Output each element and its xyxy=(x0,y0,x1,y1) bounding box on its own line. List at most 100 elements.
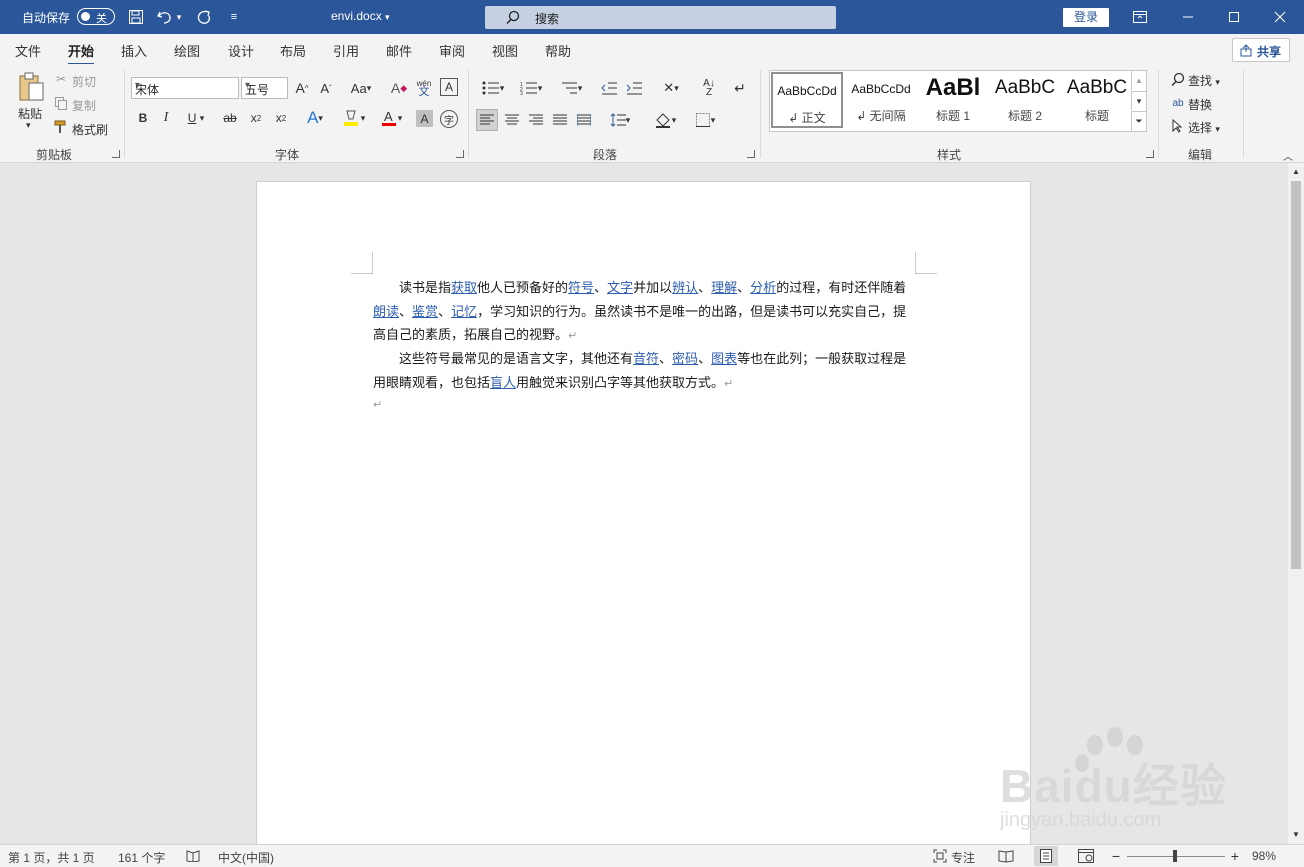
tab-home[interactable]: 开始 xyxy=(68,41,95,66)
close-icon[interactable] xyxy=(1257,0,1303,34)
scroll-up-icon[interactable]: ▲ xyxy=(1291,166,1301,176)
language-indicator[interactable]: 中文(中国) xyxy=(218,849,274,866)
focus-label[interactable]: 专注 xyxy=(951,849,975,866)
style-no-spacing[interactable]: AaBbCcDd ↲ 无间隔 xyxy=(845,72,917,128)
tab-design[interactable]: 设计 xyxy=(228,41,254,60)
styles-launcher-icon[interactable] xyxy=(1146,150,1154,158)
character-border-icon[interactable]: A xyxy=(440,78,458,96)
tab-view[interactable]: 视图 xyxy=(492,41,518,60)
web-layout-icon[interactable] xyxy=(1078,848,1094,864)
read-mode-icon[interactable] xyxy=(998,848,1014,864)
cut-label[interactable]: 剪切 xyxy=(72,73,96,90)
change-case-icon[interactable]: Aa ▾ xyxy=(346,78,376,98)
align-right-icon[interactable] xyxy=(526,109,546,131)
zoom-out-icon[interactable]: − xyxy=(1110,848,1122,864)
highlight-icon[interactable]: ▾ xyxy=(336,108,370,128)
grow-font-icon[interactable]: A ^ xyxy=(293,78,311,98)
tab-references[interactable]: 引用 xyxy=(333,41,359,60)
chinese-layout-icon[interactable]: ✕ ▾ xyxy=(655,78,687,98)
tab-file[interactable]: 文件 xyxy=(15,41,41,60)
strikethrough-icon[interactable]: ab xyxy=(220,110,240,126)
hyperlink[interactable]: 密码 xyxy=(672,352,698,367)
paste-dropdown-icon[interactable]: ▾ xyxy=(26,120,31,131)
underline-icon[interactable]: U ▾ xyxy=(182,110,210,126)
hyperlink[interactable]: 朗读 xyxy=(373,305,399,320)
share-button[interactable]: 共享 xyxy=(1232,38,1290,62)
word-count[interactable]: 161 个字 xyxy=(118,849,165,866)
page-count[interactable]: 第 1 页，共 1 页 xyxy=(8,849,95,866)
hyperlink[interactable]: 音符 xyxy=(633,352,659,367)
clear-formatting-icon[interactable]: A ◆ xyxy=(389,78,409,98)
vertical-scrollbar[interactable]: ▲ ▼ xyxy=(1288,163,1304,844)
font-size-combo[interactable]: 五号 ▾ xyxy=(241,77,288,99)
find-label[interactable]: 查找 ▾ xyxy=(1188,72,1220,89)
tab-insert[interactable]: 插入 xyxy=(121,41,147,60)
decrease-indent-icon[interactable] xyxy=(599,78,619,98)
numbering-icon[interactable]: 1 2 3 ▾ xyxy=(515,78,547,98)
borders-icon[interactable]: ▾ xyxy=(688,109,722,131)
save-icon[interactable] xyxy=(126,7,146,27)
font-name-combo[interactable]: 宋体 ▾ xyxy=(131,77,239,99)
align-left-icon[interactable] xyxy=(476,109,498,131)
style-normal[interactable]: AaBbCcDd ↲ 正文 xyxy=(771,72,843,128)
zoom-in-icon[interactable]: + xyxy=(1229,848,1241,864)
style-title[interactable]: AaBbC 标题 xyxy=(1061,72,1133,128)
justify-icon[interactable] xyxy=(550,109,570,131)
hyperlink[interactable]: 鉴赏 xyxy=(412,305,438,320)
copy-label[interactable]: 复制 xyxy=(72,97,96,114)
zoom-slider-thumb[interactable] xyxy=(1172,850,1177,862)
collapse-ribbon-icon[interactable]: ︿ xyxy=(1282,150,1294,163)
document-filename[interactable]: envi.docx ▾ xyxy=(331,9,390,23)
enclose-characters-icon[interactable]: 字 xyxy=(440,110,458,128)
styles-more-icon[interactable]: ⏷ xyxy=(1131,111,1146,131)
hyperlink[interactable]: 符号 xyxy=(568,281,594,296)
sort-icon[interactable]: A↓ Z xyxy=(698,78,720,98)
tab-mailings[interactable]: 邮件 xyxy=(386,41,412,60)
search-box[interactable]: 搜索 xyxy=(485,6,836,29)
tab-layout[interactable]: 布局 xyxy=(280,41,306,60)
italic-icon[interactable]: I xyxy=(159,110,173,126)
tab-review[interactable]: 审阅 xyxy=(439,41,465,60)
replace-label[interactable]: 替换 xyxy=(1188,96,1212,113)
paste-icon[interactable] xyxy=(14,70,48,104)
increase-indent-icon[interactable] xyxy=(624,78,644,98)
hyperlink[interactable]: 理解 xyxy=(711,281,737,296)
tab-help[interactable]: 帮助 xyxy=(545,41,571,60)
undo-icon[interactable] xyxy=(155,7,175,27)
character-shading-icon[interactable]: A xyxy=(416,110,433,127)
align-center-icon[interactable] xyxy=(502,109,522,131)
paragraph-launcher-icon[interactable] xyxy=(747,150,755,158)
distributed-icon[interactable] xyxy=(574,109,594,131)
scroll-down-icon[interactable]: ▼ xyxy=(1291,829,1301,839)
scrollbar-thumb[interactable] xyxy=(1291,181,1301,569)
hyperlink[interactable]: 辨认 xyxy=(672,281,698,296)
hyperlink[interactable]: 获取 xyxy=(451,281,477,296)
superscript-icon[interactable]: x2 xyxy=(272,110,290,126)
ribbon-display-options-icon[interactable] xyxy=(1117,0,1163,34)
style-heading-2[interactable]: AaBbC 标题 2 xyxy=(989,72,1061,128)
customize-qat-icon[interactable]: ≡ xyxy=(224,7,244,27)
shrink-font-icon[interactable]: Aˇ xyxy=(317,78,335,98)
focus-icon[interactable] xyxy=(933,849,947,863)
bullets-icon[interactable]: ▾ xyxy=(477,78,509,98)
styles-scroll-up-icon[interactable]: ▲ xyxy=(1131,71,1146,90)
proofing-book-icon[interactable] xyxy=(186,849,200,863)
bold-icon[interactable]: B xyxy=(136,110,150,126)
undo-dropdown-icon[interactable]: ▾ xyxy=(174,7,184,27)
maximize-icon[interactable] xyxy=(1211,0,1257,34)
hyperlink[interactable]: 记忆 xyxy=(451,305,477,320)
minimize-icon[interactable] xyxy=(1165,0,1211,34)
document-page[interactable]: 读书是指获取他人已预备好的符号、文字并加以辨认、理解、分析的过程，有时还伴随着朗… xyxy=(256,181,1031,851)
autosave-toggle[interactable]: 关 xyxy=(77,8,115,25)
font-launcher-icon[interactable] xyxy=(456,150,464,158)
print-layout-icon[interactable] xyxy=(1034,846,1058,866)
hyperlink[interactable]: 盲人 xyxy=(490,376,516,391)
styles-scroll-down-icon[interactable]: ▾ xyxy=(1131,91,1146,110)
zoom-percentage[interactable]: 98% xyxy=(1252,849,1276,863)
style-heading-1[interactable]: AaBl 标题 1 xyxy=(917,72,989,128)
login-button[interactable]: 登录 xyxy=(1063,8,1109,27)
clipboard-launcher-icon[interactable] xyxy=(112,150,120,158)
hyperlink[interactable]: 文字 xyxy=(607,281,633,296)
tab-draw[interactable]: 绘图 xyxy=(174,41,200,60)
phonetic-guide-icon[interactable]: wén 文 xyxy=(414,76,434,100)
